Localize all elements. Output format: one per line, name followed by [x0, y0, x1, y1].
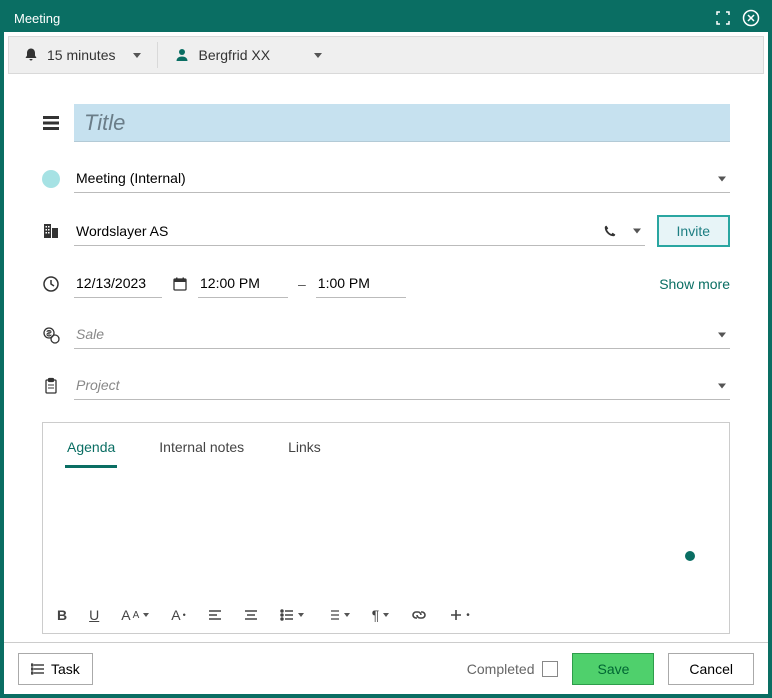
font-size-button[interactable]: AA: [121, 607, 149, 623]
number-list-button[interactable]: [326, 608, 350, 622]
meeting-dialog: Meeting 15 minutes: [0, 0, 772, 698]
start-time-input[interactable]: [198, 269, 288, 298]
titlebar: Meeting: [4, 4, 768, 32]
editor-toolbar: B U AA A• ¶ •: [43, 599, 729, 633]
person-icon: [174, 47, 190, 63]
tab-agenda[interactable]: Agenda: [65, 433, 117, 468]
align-center-button[interactable]: [244, 608, 258, 622]
tab-internal-notes[interactable]: Internal notes: [157, 433, 246, 468]
company-icon: [42, 222, 74, 240]
bold-button[interactable]: B: [57, 607, 67, 623]
project-icon: [42, 377, 74, 395]
tab-links[interactable]: Links: [286, 433, 323, 468]
type-select[interactable]: [74, 164, 730, 193]
status-dot: [685, 551, 695, 561]
chevron-down-icon: [314, 53, 322, 58]
completed-checkbox[interactable]: [542, 661, 558, 677]
underline-button[interactable]: U: [89, 607, 99, 623]
cancel-button[interactable]: Cancel: [668, 653, 754, 685]
type-color-dot: [42, 170, 74, 188]
window-title: Meeting: [14, 11, 714, 26]
more-button[interactable]: •: [449, 608, 470, 622]
sale-icon: [42, 326, 74, 344]
title-icon: [42, 114, 74, 132]
save-button[interactable]: Save: [572, 653, 654, 685]
task-menu-button[interactable]: Task: [18, 653, 93, 685]
owner-label: Bergfrid XX: [198, 47, 296, 63]
chevron-down-icon: [133, 53, 141, 58]
quickbar: 15 minutes Bergfrid XX: [8, 36, 764, 74]
reminder-label: 15 minutes: [47, 47, 115, 63]
show-more-link[interactable]: Show more: [659, 276, 730, 292]
close-icon[interactable]: [742, 9, 760, 27]
title-input[interactable]: [74, 104, 730, 142]
editor: Agenda Internal notes Links B U AA A• ¶ …: [42, 422, 730, 634]
sale-select[interactable]: [74, 320, 730, 349]
menu-icon: [31, 663, 45, 675]
fullscreen-icon[interactable]: [714, 9, 732, 27]
font-color-button[interactable]: A•: [171, 607, 186, 623]
link-button[interactable]: [411, 608, 427, 622]
time-separator: –: [298, 276, 306, 292]
separator: [157, 42, 158, 68]
end-time-input[interactable]: [316, 269, 406, 298]
calendar-icon[interactable]: [172, 276, 188, 292]
clock-icon: [42, 275, 74, 293]
editor-tabs: Agenda Internal notes Links: [43, 423, 729, 469]
project-select[interactable]: [74, 371, 730, 400]
paragraph-button[interactable]: ¶: [372, 607, 390, 623]
footer: Task Completed Save Cancel: [4, 642, 768, 694]
invite-button[interactable]: Invite: [657, 215, 730, 247]
date-input[interactable]: [74, 269, 162, 298]
owner-dropdown[interactable]: Bergfrid XX: [168, 43, 328, 67]
task-label: Task: [51, 661, 80, 677]
bell-icon: [23, 47, 39, 63]
reminder-dropdown[interactable]: 15 minutes: [17, 43, 147, 67]
form-body: Invite – Show more: [4, 74, 768, 642]
align-left-button[interactable]: [208, 608, 222, 622]
bullet-list-button[interactable]: [280, 608, 304, 622]
company-select[interactable]: [74, 217, 645, 246]
phone-icon[interactable]: [603, 224, 617, 238]
completed-label: Completed: [467, 661, 535, 677]
editor-content[interactable]: [43, 469, 729, 599]
